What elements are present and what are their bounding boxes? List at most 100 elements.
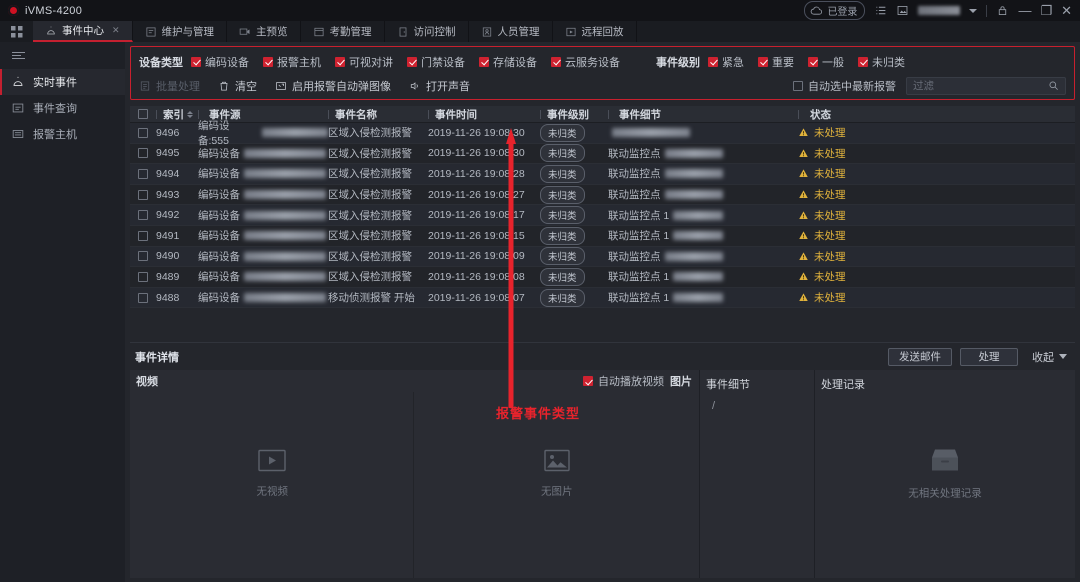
bell-icon (47, 26, 55, 34)
app-grid-icon[interactable] (0, 21, 33, 42)
checkbox-level-urgent[interactable]: 紧急 (708, 54, 744, 70)
cell-index: 9489 (156, 270, 180, 283)
collapse-button[interactable]: 收起 (1032, 349, 1067, 365)
open-sound-button[interactable]: 打开声音 (409, 78, 470, 94)
table-row[interactable]: 9496 编码设备:555 区域入侵检测报警 2019-11-26 19:08:30 未… (130, 120, 1075, 147)
row-checkbox[interactable] (138, 189, 148, 200)
redacted-text (244, 210, 326, 220)
checkbox-box (551, 56, 561, 67)
checkbox-level-unclassified[interactable]: 未归类 (858, 54, 905, 70)
row-checkbox[interactable] (138, 230, 148, 241)
cell-source-text: 编码设备 (198, 271, 240, 284)
row-checkbox[interactable] (138, 292, 148, 303)
sort-icon[interactable] (187, 110, 193, 118)
person-card-icon (482, 27, 491, 36)
filter-search-box[interactable] (906, 76, 1066, 95)
search-icon[interactable] (1048, 80, 1059, 91)
no-record-placeholder: 无相关处理记录 (815, 448, 1075, 501)
checkbox-alarm-host[interactable]: 报警主机 (263, 54, 321, 70)
cell-index: 9496 (156, 126, 180, 139)
select-all-checkbox[interactable] (138, 109, 148, 119)
cell-source: 编码设备:555 (198, 118, 328, 148)
checkbox-box (479, 56, 489, 67)
handle-button[interactable]: 处理 (960, 347, 1018, 366)
batch-process-button[interactable]: 批量处理 (139, 78, 200, 94)
cell-source-text: 编码设备 (198, 250, 240, 263)
tool-label: 清空 (235, 80, 257, 93)
row-checkbox[interactable] (138, 251, 148, 262)
filter-panel: 设备类型 编码设备 报警主机 可视对讲 门禁设备 存储设备 云服务设备 事件级别… (130, 46, 1075, 100)
row-checkbox[interactable] (138, 168, 148, 179)
nav-tab-event-center[interactable]: 事件中心 ✕ (33, 21, 133, 42)
redacted-text (673, 272, 724, 282)
table-row[interactable]: 9489 编码设备 区域入侵检测报警 2019-11-26 19:08:08 未归类 联动… (130, 267, 1075, 288)
picture-tab[interactable]: 图片 (670, 373, 692, 389)
nav-tab-label: 考勤管理 (329, 26, 372, 38)
row-checkbox[interactable] (138, 148, 148, 159)
table-row[interactable]: 9491 编码设备 区域入侵检测报警 2019-11-26 19:08:15 未归类 联动… (130, 225, 1075, 247)
cell-index: 9493 (156, 188, 180, 201)
nav-tab-remote-playback[interactable]: 远程回放 (553, 21, 637, 42)
search-input[interactable] (913, 79, 1048, 92)
enable-alarm-popup-button[interactable]: 启用报警自动弹图像 (275, 78, 391, 94)
table-row[interactable]: 9493 编码设备 区域入侵检测报警 2019-11-26 19:08:27 未归类 联动… (130, 184, 1075, 206)
lock-icon[interactable] (996, 4, 1009, 17)
list-icon[interactable] (874, 4, 887, 17)
toolbar-divider (986, 4, 988, 17)
checkbox-encoding-device[interactable]: 编码设备 (191, 54, 249, 70)
nav-tab-maintenance[interactable]: 维护与管理 (133, 21, 228, 42)
redacted-text (664, 251, 723, 261)
row-checkbox[interactable] (138, 127, 148, 138)
cell-source-text: 编码设备:555 (198, 119, 230, 147)
cell-event-detail: 联动监控点 (608, 146, 798, 161)
sidebar-item-label: 事件查询 (33, 103, 77, 115)
level-badge: 未归类 (540, 247, 585, 266)
cell-detail-text: 联动监控点 1 (608, 209, 670, 222)
send-mail-button[interactable]: 发送邮件 (888, 347, 952, 366)
chevron-down-icon[interactable] (969, 8, 978, 13)
status-label: 未处理 (814, 250, 846, 263)
sidebar-collapse-button[interactable] (0, 42, 125, 69)
redacted-text (673, 231, 724, 241)
checkbox-video-intercom[interactable]: 可视对讲 (335, 54, 393, 70)
checkbox-storage-device[interactable]: 存储设备 (479, 54, 537, 70)
checkbox-label: 自动选中最新报警 (808, 80, 896, 93)
checkbox-access-device[interactable]: 门禁设备 (407, 54, 465, 70)
row-checkbox[interactable] (138, 271, 148, 282)
close-button[interactable]: ✕ (1061, 4, 1072, 17)
screenshot-icon[interactable] (896, 4, 909, 17)
redacted-text (244, 148, 326, 158)
tab-close-icon[interactable]: ✕ (112, 25, 120, 36)
sidebar-item-alarm-host[interactable]: 报警主机 (0, 121, 125, 147)
table-row[interactable]: 9495 编码设备 区域入侵检测报警 2019-11-26 19:08:30 未归类 联动… (130, 143, 1075, 165)
cloud-login-status[interactable]: 已登录 (804, 1, 866, 20)
table-row[interactable]: 9488 编码设备 移动侦测报警 开始 2019-11-26 19:08:07 未归类 联… (130, 287, 1075, 309)
table-row[interactable]: 9494 编码设备 区域入侵检测报警 2019-11-26 19:08:28 未归类 联动… (130, 164, 1075, 185)
cell-detail-text: 联动监控点 (608, 147, 661, 160)
sidebar-item-event-query[interactable]: 事件查询 (0, 95, 125, 121)
checkbox-level-general[interactable]: 一般 (808, 54, 844, 70)
warning-icon (799, 128, 808, 137)
sidebar-item-realtime-event[interactable]: 实时事件 (0, 69, 125, 95)
row-checkbox[interactable] (138, 210, 148, 221)
clear-button[interactable]: 清空 (218, 78, 257, 94)
nav-tab-main-preview[interactable]: 主预览 (227, 21, 301, 42)
checkbox-label: 一般 (822, 56, 844, 69)
checkbox-label: 未归类 (872, 56, 905, 69)
level-badge: 未归类 (540, 226, 585, 245)
nav-tab-attendance[interactable]: 考勤管理 (301, 21, 385, 42)
checkbox-level-important[interactable]: 重要 (758, 54, 794, 70)
checkbox-cloud-device[interactable]: 云服务设备 (551, 54, 620, 70)
cell-status: 未处理 (798, 249, 1075, 264)
checkbox-box (191, 56, 201, 67)
nav-tab-access-control[interactable]: 访问控制 (385, 21, 469, 42)
minimize-button[interactable]: — (1018, 4, 1031, 17)
cell-event-time: 2019-11-26 19:08:28 (428, 167, 525, 180)
maximize-button[interactable]: ❐ (1040, 4, 1052, 17)
nav-tab-personnel[interactable]: 人员管理 (469, 21, 553, 42)
checkbox-auto-select-latest-alarm[interactable]: 自动选中最新报警 (793, 78, 896, 94)
table-row[interactable]: 9490 编码设备 区域入侵检测报警 2019-11-26 19:08:09 未归类 联动… (130, 246, 1075, 268)
monitor-icon (239, 28, 250, 35)
table-row[interactable]: 9492 编码设备 区域入侵检测报警 2019-11-26 19:08:17 未归类 联动… (130, 205, 1075, 226)
checkbox-autoplay-video[interactable]: 自动播放视频 (583, 373, 664, 389)
